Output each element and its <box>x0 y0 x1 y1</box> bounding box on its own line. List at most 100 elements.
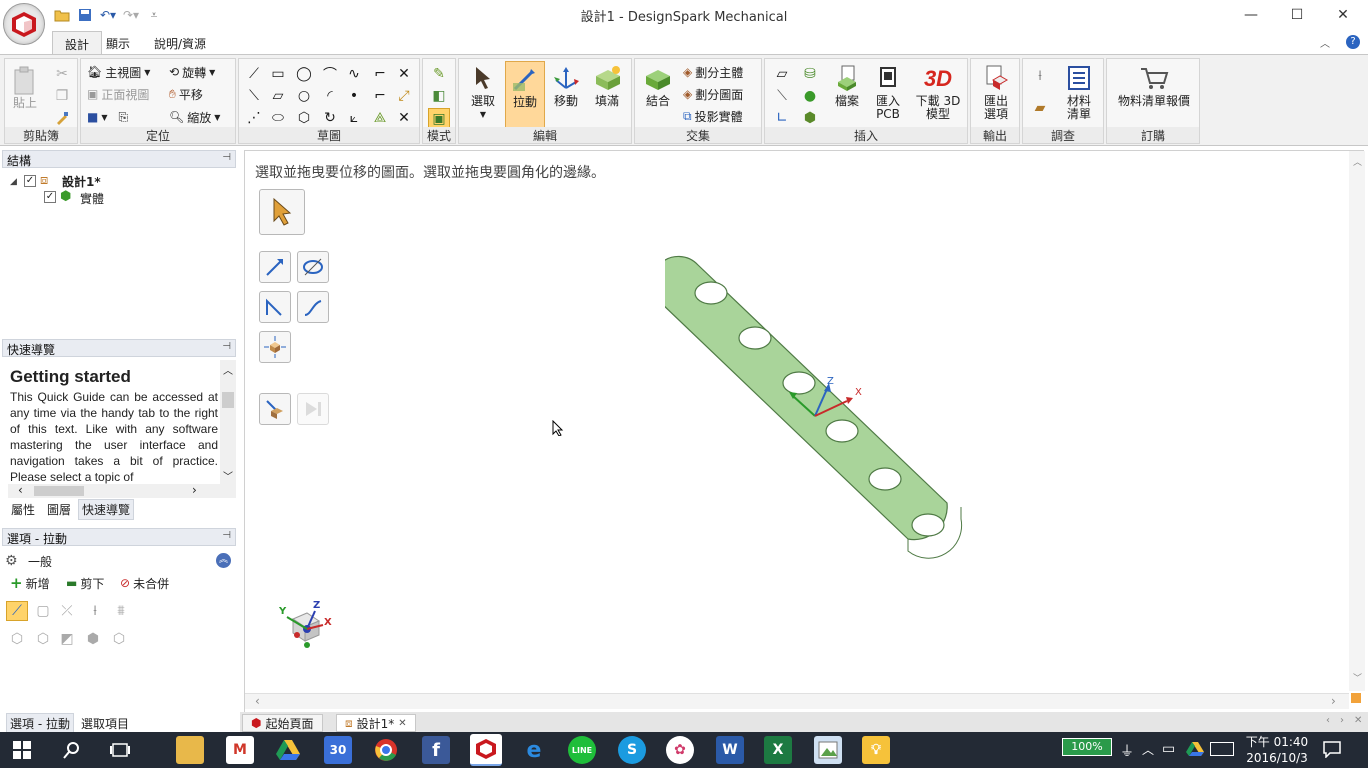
expand-triangle-icon[interactable]: ◢ <box>10 177 17 187</box>
scroll-down-icon[interactable]: ﹀ <box>1353 671 1362 684</box>
option-icon[interactable]: ⬡ <box>34 630 52 648</box>
insert-file-button[interactable]: 檔案 <box>829 61 865 108</box>
no-merge-option[interactable]: ⊘ 未合併 <box>120 573 169 593</box>
line-tool-icon[interactable]: ⟋ <box>245 65 263 83</box>
project-curve-icon[interactable]: ⟁ <box>371 109 389 127</box>
cut-icon[interactable]: ✂ <box>53 65 71 83</box>
ellipse-tool-icon[interactable]: ⬭ <box>269 109 287 127</box>
export-options-button[interactable]: 匯出 選項 <box>975 61 1017 121</box>
split-face-button[interactable]: ◈ 劃分圖面 <box>683 84 743 104</box>
plane-icon[interactable]: ▱ <box>773 65 791 83</box>
internet-explorer-icon[interactable]: e <box>520 736 548 764</box>
power-plug-icon[interactable]: ⏚ <box>1120 741 1134 761</box>
three-point-circle-icon[interactable]: ○ <box>295 87 313 105</box>
tab-help-resources[interactable]: 說明/資源 <box>142 31 218 54</box>
excel-icon[interactable]: X <box>764 736 792 764</box>
mounting-hole[interactable] <box>694 281 728 305</box>
point-icon[interactable]: • <box>345 87 363 105</box>
gmail-icon[interactable]: M <box>226 736 254 764</box>
sphere-icon[interactable]: ● <box>801 87 819 105</box>
pivot-icon[interactable]: ⤫ <box>58 602 76 620</box>
ruler-icon[interactable]: ⟊ <box>86 602 104 620</box>
view-cube-button[interactable]: ■ ▼ ⎘ <box>87 107 128 127</box>
origin-icon[interactable]: ∟ <box>773 109 791 127</box>
mounting-hole[interactable] <box>868 467 902 491</box>
tab-layers[interactable]: 圖層 <box>44 500 74 519</box>
download-3d-button[interactable]: 3D 下載 3D 模型 <box>911 61 965 121</box>
mounting-hole[interactable] <box>738 326 772 350</box>
sketch-mode-icon[interactable]: ✎ <box>430 65 448 83</box>
visibility-checkbox[interactable]: ✓ <box>24 175 36 187</box>
offset-curve-icon[interactable]: ⌐ <box>371 87 389 105</box>
resize-grip-icon[interactable] <box>1351 693 1361 703</box>
tangent-line-icon[interactable]: ⟍ <box>245 87 263 105</box>
show-hidden-icons[interactable]: ︿ <box>1142 741 1154 758</box>
scroll-thumb[interactable] <box>34 486 84 496</box>
tab-selection[interactable]: 選取項目 <box>78 714 132 733</box>
notifications-icon[interactable] <box>1322 740 1342 761</box>
select-tool-button[interactable] <box>259 189 305 235</box>
tree-root-label[interactable]: 設計1* <box>62 173 101 190</box>
tab-close-icon[interactable]: ✕ <box>1354 715 1362 726</box>
skype-icon[interactable]: S <box>618 736 646 764</box>
split-body-button[interactable]: ◈ 劃分主體 <box>683 62 743 82</box>
task-view-icon[interactable] <box>106 736 134 764</box>
pull-direction-tool[interactable] <box>259 251 291 283</box>
bill-of-materials-button[interactable]: 材料 清單 <box>1057 61 1101 121</box>
tab-properties[interactable]: 屬性 <box>8 500 38 519</box>
three-point-rect-icon[interactable]: ▱ <box>269 87 287 105</box>
project-button[interactable]: ⧉ 投影實體 <box>683 106 743 126</box>
bom-quote-button[interactable]: 物料清單報價 <box>1111 61 1197 108</box>
circle-tool-icon[interactable]: ◯ <box>295 65 313 83</box>
orientation-triad-icon[interactable]: Z X Y <box>273 597 337 661</box>
word-icon[interactable]: W <box>716 736 744 764</box>
google-drive-icon[interactable] <box>274 736 302 764</box>
move-button[interactable]: 移動 <box>549 61 583 108</box>
format-painter-icon[interactable] <box>53 109 71 127</box>
pan-button[interactable]: ✋︎ 平移 <box>169 84 203 104</box>
import-pcb-button[interactable]: 匯入 PCB <box>869 61 907 121</box>
line-icon[interactable]: LINE <box>568 736 596 764</box>
quick-guide-vertical-scrollbar[interactable]: ︿ ﹀ <box>220 360 236 486</box>
tab-start-page[interactable]: ⬢ 起始頁面 <box>242 714 323 732</box>
scroll-left-icon[interactable]: ‹ <box>255 694 260 708</box>
select-direction-icon[interactable]: ⟋ <box>6 601 28 621</box>
clock[interactable]: 下午 01:40 2016/10/3 <box>1244 734 1310 766</box>
shell-icon[interactable]: ⬢ <box>801 109 819 127</box>
cross-tool-icon[interactable]: ✕ <box>395 65 413 83</box>
measure-icon[interactable]: ⟊ <box>1031 67 1049 85</box>
trim-tool-icon[interactable]: ⌐ <box>371 65 389 83</box>
split-curve-icon[interactable]: ✕ <box>395 109 413 127</box>
option-icon[interactable]: ⬢ <box>84 630 102 648</box>
designspark-taskbar-icon[interactable] <box>470 734 502 766</box>
revolve-tool[interactable] <box>297 251 329 283</box>
collapse-ribbon-icon[interactable]: ︿ <box>1320 35 1330 50</box>
section-mode-icon[interactable]: ◧ <box>430 87 448 105</box>
chrome-icon[interactable] <box>372 736 400 764</box>
add-option[interactable]: + 新增 <box>10 573 50 593</box>
scroll-up-icon[interactable]: ︿ <box>1353 155 1362 168</box>
sweep-arc-icon[interactable]: ↻ <box>321 109 339 127</box>
keyboard-icon[interactable] <box>1210 742 1234 756</box>
scroll-right-icon[interactable]: › <box>192 483 197 497</box>
rectangle-tool-icon[interactable]: ▭ <box>269 65 287 83</box>
maximize-button[interactable]: ☐ <box>1274 0 1320 30</box>
battery-indicator[interactable]: 100% <box>1062 738 1112 756</box>
spline-tool-icon[interactable]: ∿ <box>345 65 363 83</box>
complete-tool[interactable] <box>259 393 291 425</box>
tab-scroll-left-icon[interactable]: ‹ <box>1326 715 1330 726</box>
network-icon[interactable]: ▭ <box>1162 741 1175 757</box>
cut-option[interactable]: ▬ 剪下 <box>66 573 104 593</box>
paste-button[interactable]: 貼上 <box>9 63 41 110</box>
start-button[interactable] <box>8 736 36 764</box>
file-explorer-icon[interactable] <box>176 736 204 764</box>
polygon-tool-icon[interactable]: ⬡ <box>295 109 313 127</box>
viewport-horizontal-scrollbar[interactable]: ‹ › <box>245 693 1349 709</box>
draft-tool[interactable] <box>297 291 329 323</box>
pull-button[interactable]: 拉動 <box>505 61 545 129</box>
extend-icon[interactable]: ⤢ <box>395 87 413 105</box>
minimize-button[interactable]: — <box>1228 0 1274 30</box>
bend-tool-icon[interactable]: ⟀ <box>345 109 363 127</box>
mounting-hole[interactable] <box>911 513 945 537</box>
scroll-down-icon[interactable]: ﹀ <box>223 468 233 483</box>
